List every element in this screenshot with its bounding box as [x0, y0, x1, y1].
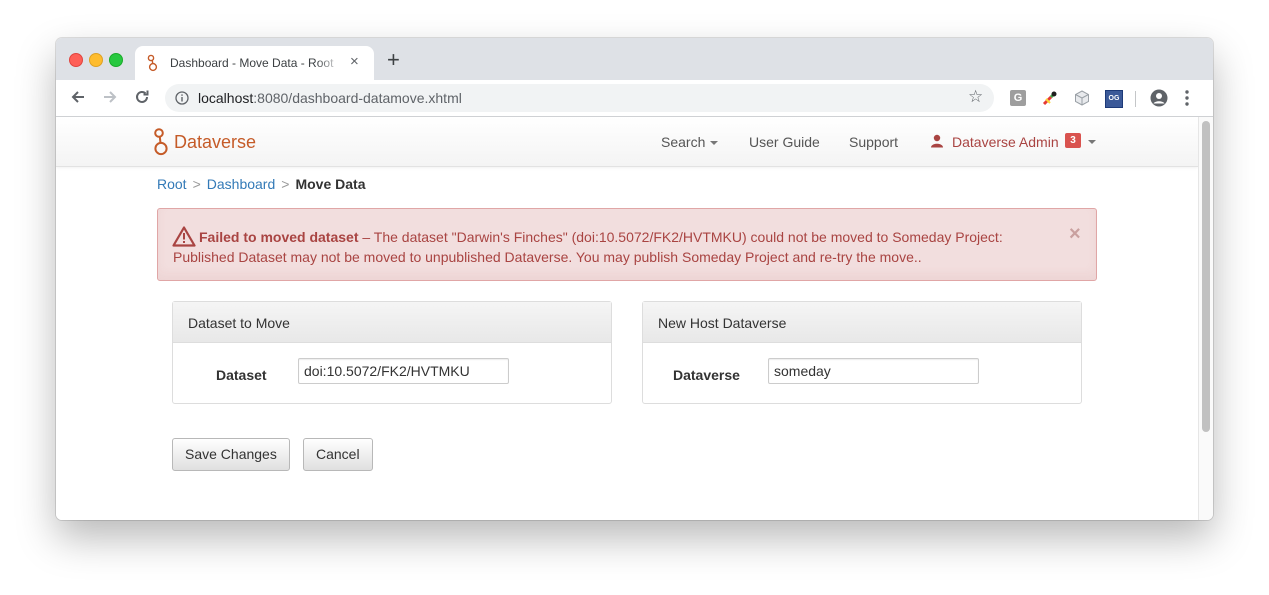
dataverse-input[interactable] — [768, 358, 979, 384]
extension-og-icon[interactable]: OG — [1105, 90, 1123, 108]
url-host: localhost — [198, 90, 254, 106]
tab-strip: Dashboard - Move Data - Root × + — [56, 38, 1213, 80]
panel-heading: New Host Dataverse — [643, 302, 1081, 343]
breadcrumb: Root > Dashboard > Move Data — [157, 176, 365, 192]
browser-window: Dashboard - Move Data - Root × + localho… — [56, 38, 1213, 520]
minimize-window-button[interactable] — [89, 53, 103, 67]
extension-cube-icon[interactable] — [1074, 90, 1090, 106]
back-arrow-icon[interactable] — [69, 88, 87, 106]
dataverse-label: Dataverse — [673, 367, 740, 383]
browser-menu-icon[interactable] — [1184, 89, 1190, 107]
dataverse-favicon-icon — [147, 54, 158, 72]
save-changes-button[interactable]: Save Changes — [172, 438, 290, 471]
extension-g-icon[interactable]: G — [1010, 90, 1026, 106]
scrollbar-thumb[interactable] — [1202, 121, 1210, 432]
notification-badge: 3 — [1065, 133, 1081, 148]
nav-search-label: Search — [661, 134, 706, 150]
panel-title: Dataset to Move — [188, 315, 290, 331]
panel-title: New Host Dataverse — [658, 315, 787, 331]
nav-search-menu[interactable]: Search — [661, 134, 719, 150]
breadcrumb-separator: > — [281, 176, 290, 192]
panel-heading: Dataset to Move — [173, 302, 611, 343]
site-info-icon[interactable] — [175, 91, 189, 105]
url-text: localhost:8080/dashboard-datamove.xhtml — [198, 90, 462, 106]
site-navbar: Dataverse Search User Guide Support Data… — [56, 117, 1198, 167]
dataverse-logo-icon[interactable] — [153, 127, 169, 157]
user-menu[interactable]: Dataverse Admin — [952, 134, 1059, 150]
reload-icon[interactable] — [133, 88, 151, 106]
error-alert: Failed to moved dataset – The dataset "D… — [157, 208, 1097, 281]
nav-support[interactable]: Support — [849, 134, 898, 150]
dataset-panel: Dataset to Move Dataset — [172, 301, 612, 404]
page-content: Dataverse Search User Guide Support Data… — [56, 117, 1198, 520]
breadcrumb-root[interactable]: Root — [157, 176, 187, 192]
browser-toolbar: localhost:8080/dashboard-datamove.xhtml … — [56, 80, 1213, 117]
bookmark-star-icon[interactable]: ☆ — [968, 88, 983, 106]
user-icon — [931, 134, 943, 148]
nav-user-guide[interactable]: User Guide — [749, 134, 820, 150]
new-tab-button[interactable]: + — [387, 48, 400, 72]
alert-message: Failed to moved dataset – The dataset "D… — [173, 227, 1043, 267]
close-window-button[interactable] — [69, 53, 83, 67]
host-dataverse-panel: New Host Dataverse Dataverse — [642, 301, 1082, 404]
alert-close-icon[interactable]: × — [1069, 223, 1081, 245]
breadcrumb-dashboard[interactable]: Dashboard — [207, 176, 276, 192]
dataset-input[interactable] — [298, 358, 509, 384]
breadcrumb-current: Move Data — [295, 176, 366, 192]
chevron-down-icon — [710, 141, 719, 146]
forward-arrow-icon[interactable] — [101, 88, 119, 106]
page-scrollbar[interactable] — [1198, 117, 1213, 520]
browser-tab[interactable]: Dashboard - Move Data - Root × — [135, 46, 374, 80]
address-bar[interactable]: localhost:8080/dashboard-datamove.xhtml … — [165, 84, 994, 112]
maximize-window-button[interactable] — [109, 53, 123, 67]
breadcrumb-separator: > — [192, 176, 201, 192]
extension-color-picker-icon[interactable] — [1042, 90, 1058, 106]
tab-close-icon[interactable]: × — [350, 54, 359, 70]
cancel-button[interactable]: Cancel — [303, 438, 373, 471]
dataset-label: Dataset — [216, 367, 267, 383]
profile-avatar-icon[interactable] — [1150, 89, 1168, 107]
url-path: :8080/dashboard-datamove.xhtml — [253, 90, 462, 106]
toolbar-divider — [1135, 91, 1136, 107]
tab-title: Dashboard - Move Data - Root — [170, 56, 334, 70]
chevron-down-icon[interactable] — [1088, 140, 1096, 144]
alert-title: Failed to moved dataset — [199, 229, 359, 245]
brand-name[interactable]: Dataverse — [174, 132, 256, 153]
